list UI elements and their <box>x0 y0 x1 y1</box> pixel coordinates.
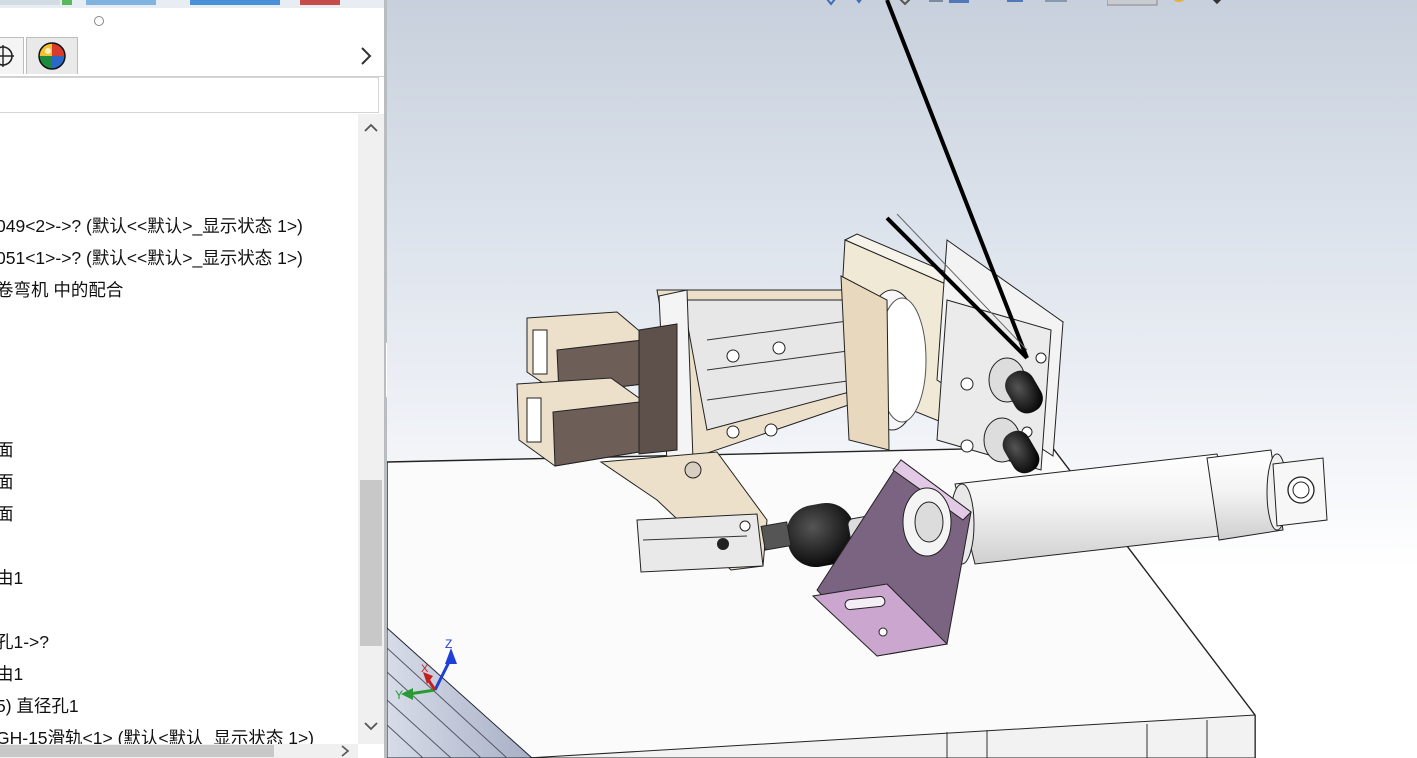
tab-display-manager[interactable] <box>26 37 78 74</box>
tree-item[interactable]: 面 <box>0 502 14 526</box>
model-3d-view: Z Y X <box>387 0 1328 758</box>
tree-filter-input[interactable] <box>0 77 379 113</box>
tab-dimxpert-manager[interactable] <box>0 37 24 74</box>
chevron-right-icon[interactable] <box>338 744 352 758</box>
tree-item-mates[interactable]: 卷弯机 中的配合 <box>0 278 123 302</box>
tree-item[interactable]: 5) 直径孔1 <box>0 694 79 718</box>
triad-y-label: Y <box>395 688 403 702</box>
scrollbar-thumb[interactable] <box>360 480 382 646</box>
graphics-area[interactable]: Z Y X <box>387 0 1417 758</box>
feature-manager-panel: 049<2>->? (默认<<默认>_显示状态 1>) 051<1>->? (默… <box>0 0 386 758</box>
crosshair-icon <box>0 45 14 67</box>
gripper-assembly <box>516 275 890 467</box>
tree-item[interactable]: 由1 <box>0 662 23 686</box>
tree-horizontal-scrollbar[interactable] <box>0 744 358 758</box>
tree-item[interactable]: 孔1->? <box>0 630 49 654</box>
chevron-down-icon[interactable] <box>363 718 379 734</box>
scrollbar-thumb[interactable] <box>0 745 274 757</box>
tree-item[interactable]: 049<2>->? (默认<<默认>_显示状态 1>) <box>0 214 303 238</box>
tree-item[interactable]: 051<1>->? (默认<<默认>_显示状态 1>) <box>0 246 303 270</box>
tree-item[interactable]: 面 <box>0 470 14 494</box>
appearance-sphere-icon <box>38 42 66 70</box>
chevron-right-icon[interactable] <box>356 45 376 67</box>
triad-x-label: X <box>421 663 429 675</box>
feature-tree: 049<2>->? (默认<<默认>_显示状态 1>) 051<1>->? (默… <box>0 114 358 744</box>
tree-item[interactable]: 由1 <box>0 566 23 590</box>
triad-z-label: Z <box>445 637 452 651</box>
chevron-up-icon[interactable] <box>363 120 379 136</box>
panel-resize-handle[interactable] <box>94 16 104 26</box>
tree-vertical-scrollbar[interactable] <box>358 114 384 744</box>
tree-item[interactable]: 面 <box>0 438 14 462</box>
toolbar-strip <box>0 0 386 8</box>
manager-tab-bar <box>0 37 386 77</box>
tree-item[interactable]: GH-15滑轨<1> (默认<默认_显示状态 1>) <box>0 726 314 744</box>
